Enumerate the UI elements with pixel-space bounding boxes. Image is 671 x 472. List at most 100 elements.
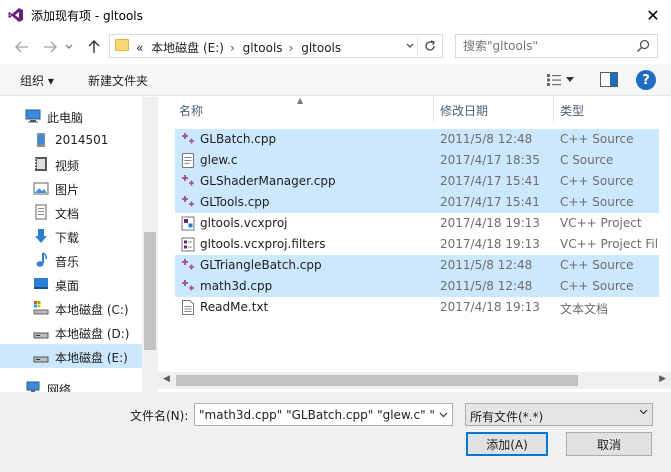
help-button[interactable]: ? [636, 70, 656, 90]
file-row[interactable]: GLShaderManager.cpp 2017/4/17 15:41 C++ … [175, 171, 659, 192]
filename-input[interactable]: "math3d.cpp" "GLBatch.cpp" "glew.c" "G [199, 408, 444, 422]
file-row[interactable]: GLTriangleBatch.cpp 2011/5/8 12:48 C++ S… [175, 255, 659, 276]
scroll-right-icon[interactable]: ▶ [659, 374, 666, 384]
scrollbar-thumb[interactable] [144, 232, 156, 350]
search-box[interactable] [455, 34, 658, 58]
file-date: 2011/5/8 12:48 [440, 279, 533, 293]
title-bar: 添加现有项 - gltools ✕ [0, 0, 671, 30]
nav-item-pictures[interactable]: 图片 [0, 176, 142, 200]
music-icon [36, 252, 47, 267]
up-button[interactable] [84, 37, 104, 57]
file-date: 2011/5/8 12:48 [440, 132, 533, 146]
nav-item-label: 网络 [47, 383, 72, 392]
new-folder-button[interactable]: 新建文件夹 [88, 72, 148, 89]
back-arrow-icon [15, 41, 28, 53]
breadcrumb-overflow[interactable]: « [136, 41, 143, 55]
file-type: 文本文档 [560, 302, 609, 316]
nav-item-label: 2014501 [55, 133, 109, 147]
change-view-button[interactable] [546, 72, 582, 88]
horizontal-scrollbar[interactable]: ◀ ▶ [158, 372, 671, 389]
cpp-file-icon [182, 280, 194, 291]
file-name: math3d.cpp [200, 279, 273, 293]
filetype-select[interactable]: 所有文件(*.*) [465, 403, 653, 426]
file-date: 2017/4/18 19:13 [440, 300, 540, 314]
file-name: ReadMe.txt [200, 300, 269, 314]
computer-icon [25, 109, 41, 123]
file-type: C++ Source [560, 174, 634, 188]
file-date: 2017/4/17 15:41 [440, 195, 540, 209]
nav-item-documents[interactable]: 文档 [0, 200, 142, 224]
forward-button[interactable] [40, 37, 60, 57]
desktop-icon [34, 278, 48, 289]
close-button[interactable]: ✕ [641, 3, 665, 27]
filename-label: 文件名(N): [130, 409, 189, 423]
file-date: 2017/4/18 19:13 [440, 216, 540, 230]
file-row[interactable]: GLBatch.cpp 2011/5/8 12:48 C++ Source [175, 129, 659, 150]
file-type: C++ Source [560, 132, 634, 146]
breadcrumb: « 本地磁盘 (E:) › gltools › gltools [136, 39, 345, 56]
breadcrumb-separator[interactable]: › [230, 41, 235, 55]
column-header-date[interactable]: 修改日期 [440, 102, 488, 119]
file-date: 2017/4/17 15:41 [440, 174, 540, 188]
breadcrumb-item-gltools-current[interactable]: gltools [301, 41, 341, 55]
nav-item-drive-c[interactable]: 本地磁盘 (C:) [0, 296, 142, 320]
file-row[interactable]: math3d.cpp 2011/5/8 12:48 C++ Source [175, 276, 659, 297]
file-row[interactable]: glew.c 2017/4/17 18:35 C Source [175, 150, 659, 171]
nav-item-2014501[interactable]: 2014501 [0, 128, 142, 152]
nav-item-videos[interactable]: 视频 [0, 152, 142, 176]
add-button[interactable]: 添加(A) [466, 432, 548, 456]
file-row[interactable]: gltools.vcxproj.filters 2017/4/18 19:13 … [175, 234, 659, 255]
breadcrumb-item-gltools[interactable]: gltools [243, 41, 283, 55]
cpp-file-icon [182, 133, 194, 144]
nav-item-this-pc[interactable]: 此电脑 [0, 104, 142, 128]
back-button[interactable] [12, 37, 32, 57]
file-row[interactable]: gltools.vcxproj 2017/4/18 19:13 VC++ Pro… [175, 213, 659, 234]
folder-icon [115, 39, 129, 51]
sort-ascending-icon: ▲ [297, 96, 304, 105]
nav-item-downloads[interactable]: 下载 [0, 224, 142, 248]
file-name: GLTools.cpp [200, 195, 270, 209]
cancel-button[interactable]: 取消 [566, 432, 652, 456]
nav-item-desktop[interactable]: 桌面 [0, 272, 142, 296]
recent-locations-button[interactable] [63, 37, 75, 57]
address-dropdown-button[interactable] [402, 37, 418, 55]
chevron-down-icon [65, 44, 73, 49]
nav-item-music[interactable]: 音乐 [0, 248, 142, 272]
search-input[interactable] [463, 36, 633, 56]
scroll-left-icon[interactable]: ◀ [163, 374, 170, 384]
chevron-down-icon [406, 43, 413, 48]
column-headers: ▲ 名称 修改日期 类型 [158, 96, 671, 123]
nav-item-label: 图片 [55, 183, 80, 197]
file-row[interactable]: ReadMe.txt 2017/4/18 19:13 文本文档 [175, 297, 659, 318]
nav-item-network[interactable]: 网络 [0, 376, 142, 392]
column-divider[interactable] [553, 97, 554, 123]
file-type: C Source [560, 153, 614, 167]
preview-pane-icon[interactable] [600, 72, 618, 87]
up-arrow-icon [88, 40, 100, 53]
chevron-down-icon [639, 407, 648, 418]
column-header-type[interactable]: 类型 [560, 102, 584, 119]
file-row[interactable]: GLTools.cpp 2017/4/17 15:41 C++ Source [175, 192, 659, 213]
navigation-scrollbar[interactable] [142, 97, 158, 392]
filename-combobox[interactable]: "math3d.cpp" "GLBatch.cpp" "glew.c" "G [194, 403, 453, 426]
breadcrumb-separator[interactable]: › [289, 41, 294, 55]
nav-item-drive-d[interactable]: 本地磁盘 (D:) [0, 320, 142, 344]
command-bar: 组织 ▾ 新建文件夹 ? [0, 64, 671, 96]
c-file-icon [182, 153, 194, 168]
refresh-button[interactable] [421, 37, 439, 55]
cpp-file-icon [182, 259, 194, 270]
column-divider[interactable] [433, 97, 434, 123]
nav-item-label: 桌面 [55, 279, 80, 293]
nav-item-drive-e[interactable]: 本地磁盘 (E:) [0, 344, 142, 368]
scrollbar-thumb[interactable] [176, 375, 578, 386]
breadcrumb-item-drive[interactable]: 本地磁盘 (E:) [151, 41, 224, 55]
vcxproj-file-icon [181, 216, 195, 231]
filename-dropdown-button[interactable] [435, 404, 452, 425]
chevron-down-icon [566, 77, 574, 82]
address-bar[interactable]: « 本地磁盘 (E:) › gltools › gltools [109, 34, 443, 58]
column-header-name[interactable]: 名称 [179, 102, 203, 119]
filters-file-icon [181, 237, 195, 252]
file-name: glew.c [200, 153, 238, 167]
organize-menu[interactable]: 组织 ▾ [20, 72, 54, 89]
dialog-footer: 文件名(N): "math3d.cpp" "GLBatch.cpp" "glew… [0, 392, 671, 472]
